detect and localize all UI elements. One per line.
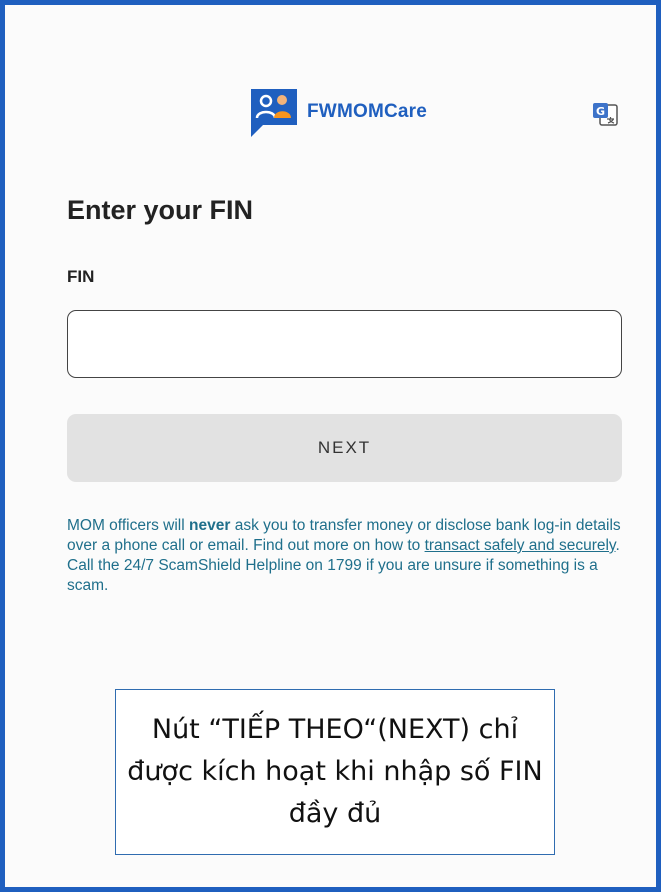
brand-name: FWMOMCare xyxy=(307,101,428,122)
svg-text:G: G xyxy=(596,105,605,118)
fwmomcare-logo-icon xyxy=(247,85,301,139)
next-button[interactable]: NEXT xyxy=(67,414,622,482)
fin-field-label: FIN xyxy=(67,267,95,286)
notice-text-1: MOM officers will xyxy=(67,517,190,534)
notice-emphasis: never xyxy=(189,517,231,534)
annotation-text: Nút “TIẾP THEO“(NEXT) chỉ được kích hoạt… xyxy=(127,714,543,829)
annotation-callout: Nút “TIẾP THEO“(NEXT) chỉ được kích hoạt… xyxy=(115,689,555,855)
page-title: Enter your FIN xyxy=(67,195,254,225)
fin-input[interactable] xyxy=(67,310,622,378)
transact-safely-link[interactable]: transact safely and securely xyxy=(425,537,616,554)
scam-notice: MOM officers will never ask you to trans… xyxy=(67,516,637,596)
app-frame: FWMOMCare G Enter your FIN FIN NEXT MOM … xyxy=(0,0,661,892)
translate-icon[interactable]: G xyxy=(591,101,619,127)
brand-header: FWMOMCare xyxy=(247,85,427,139)
